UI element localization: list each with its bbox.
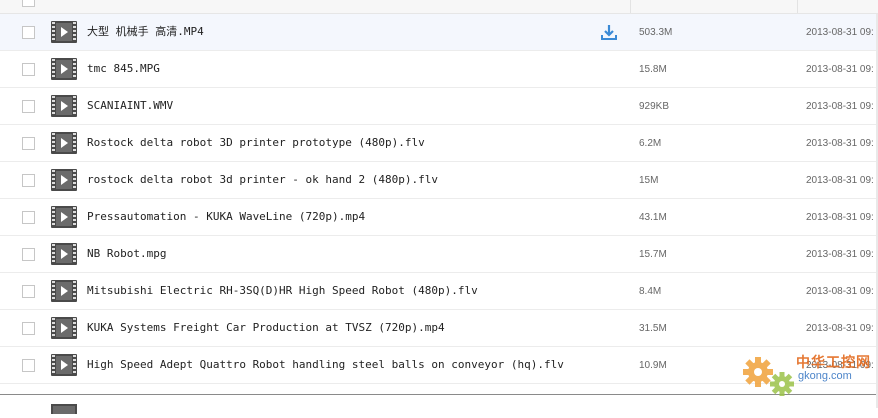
file-date: 2013-08-31 09:	[806, 286, 874, 297]
download-icon[interactable]	[600, 23, 618, 41]
row-checkbox[interactable]	[22, 322, 35, 335]
video-file-icon	[51, 280, 77, 302]
file-date: 2013-08-31 09:	[806, 101, 874, 112]
file-list: 大型 机械手 高清.MP4 503.3M 2013-08-31 09: tmc 845…	[0, 14, 878, 384]
file-name-link[interactable]: High Speed Adept Quattro Robot handling …	[87, 358, 564, 372]
file-date: 2013-08-31 09:	[806, 249, 874, 260]
file-date: 2013-08-31 09:	[806, 175, 874, 186]
file-row[interactable]: KUKA Systems Freight Car Production at T…	[0, 310, 878, 347]
row-checkbox[interactable]	[22, 248, 35, 261]
file-row[interactable]: 大型 机械手 高清.MP4 503.3M 2013-08-31 09:	[0, 14, 878, 51]
file-row[interactable]: Rostock delta robot 3D printer prototype…	[0, 125, 878, 162]
row-checkbox[interactable]	[22, 359, 35, 372]
file-date: 2013-08-31 09:	[806, 64, 874, 75]
column-header-bar	[0, 0, 878, 14]
file-name-link[interactable]: SCANIAINT.WMV	[87, 99, 173, 113]
file-size: 43.1M	[639, 212, 667, 223]
file-date: 2013-08-31 09:	[806, 27, 874, 38]
column-divider[interactable]	[630, 0, 631, 13]
row-checkbox[interactable]	[22, 63, 35, 76]
file-name-link[interactable]: Rostock delta robot 3D printer prototype…	[87, 136, 425, 150]
video-file-icon	[51, 132, 77, 154]
video-file-icon	[51, 206, 77, 228]
watermark-title: 中华工控网	[796, 355, 871, 371]
column-divider[interactable]	[797, 0, 798, 13]
row-checkbox[interactable]	[22, 285, 35, 298]
gear-logo-icon	[743, 357, 794, 396]
video-file-icon	[51, 354, 77, 376]
video-file-icon	[51, 317, 77, 339]
file-size: 10.9M	[639, 360, 667, 371]
file-date: 2013-08-31 09:	[806, 212, 874, 223]
file-name-link[interactable]: NB Robot.mpg	[87, 247, 166, 261]
file-size: 31.5M	[639, 323, 667, 334]
video-file-icon	[51, 95, 77, 117]
watermark-domain: gkong.com	[798, 370, 852, 382]
file-row[interactable]: Pressautomation - KUKA WaveLine (720p).m…	[0, 199, 878, 236]
file-row[interactable]: Mitsubishi Electric RH-3SQ(D)HR High Spe…	[0, 273, 878, 310]
file-size: 15M	[639, 175, 659, 186]
file-name-link[interactable]: tmc 845.MPG	[87, 62, 160, 76]
file-row[interactable]: SCANIAINT.WMV 929KB 2013-08-31 09:	[0, 88, 878, 125]
file-size: 15.7M	[639, 249, 667, 260]
row-checkbox[interactable]	[22, 100, 35, 113]
file-date: 2013-08-31 09:	[806, 138, 874, 149]
row-checkbox[interactable]	[22, 211, 35, 224]
row-checkbox[interactable]	[22, 26, 35, 39]
file-size: 503.3M	[639, 27, 673, 38]
file-name-link[interactable]: 大型 机械手 高清.MP4	[87, 25, 204, 39]
file-size: 15.8M	[639, 64, 667, 75]
row-checkbox[interactable]	[22, 137, 35, 150]
file-date: 2013-08-31 09:	[806, 323, 874, 334]
file-size: 8.4M	[639, 286, 662, 297]
file-name-link[interactable]: Pressautomation - KUKA WaveLine (720p).m…	[87, 210, 365, 224]
file-name-link[interactable]: Mitsubishi Electric RH-3SQ(D)HR High Spe…	[87, 284, 478, 298]
file-row[interactable]: tmc 845.MPG 15.8M 2013-08-31 09:	[0, 51, 878, 88]
file-name-link[interactable]: rostock delta robot 3d printer - ok hand…	[87, 173, 438, 187]
video-file-icon	[51, 21, 77, 43]
row-checkbox[interactable]	[22, 174, 35, 187]
select-all-checkbox[interactable]	[22, 0, 35, 7]
file-name-link[interactable]: KUKA Systems Freight Car Production at T…	[87, 321, 445, 335]
file-row[interactable]: rostock delta robot 3d printer - ok hand…	[0, 162, 878, 199]
file-size: 6.2M	[639, 138, 662, 149]
video-file-icon	[51, 169, 77, 191]
video-file-icon	[51, 58, 77, 80]
watermark-logo: 中华工控网 gkong.com	[740, 348, 878, 404]
file-size: 929KB	[639, 101, 670, 112]
video-file-icon	[51, 243, 77, 265]
file-row[interactable]: NB Robot.mpg 15.7M 2013-08-31 09:	[0, 236, 878, 273]
